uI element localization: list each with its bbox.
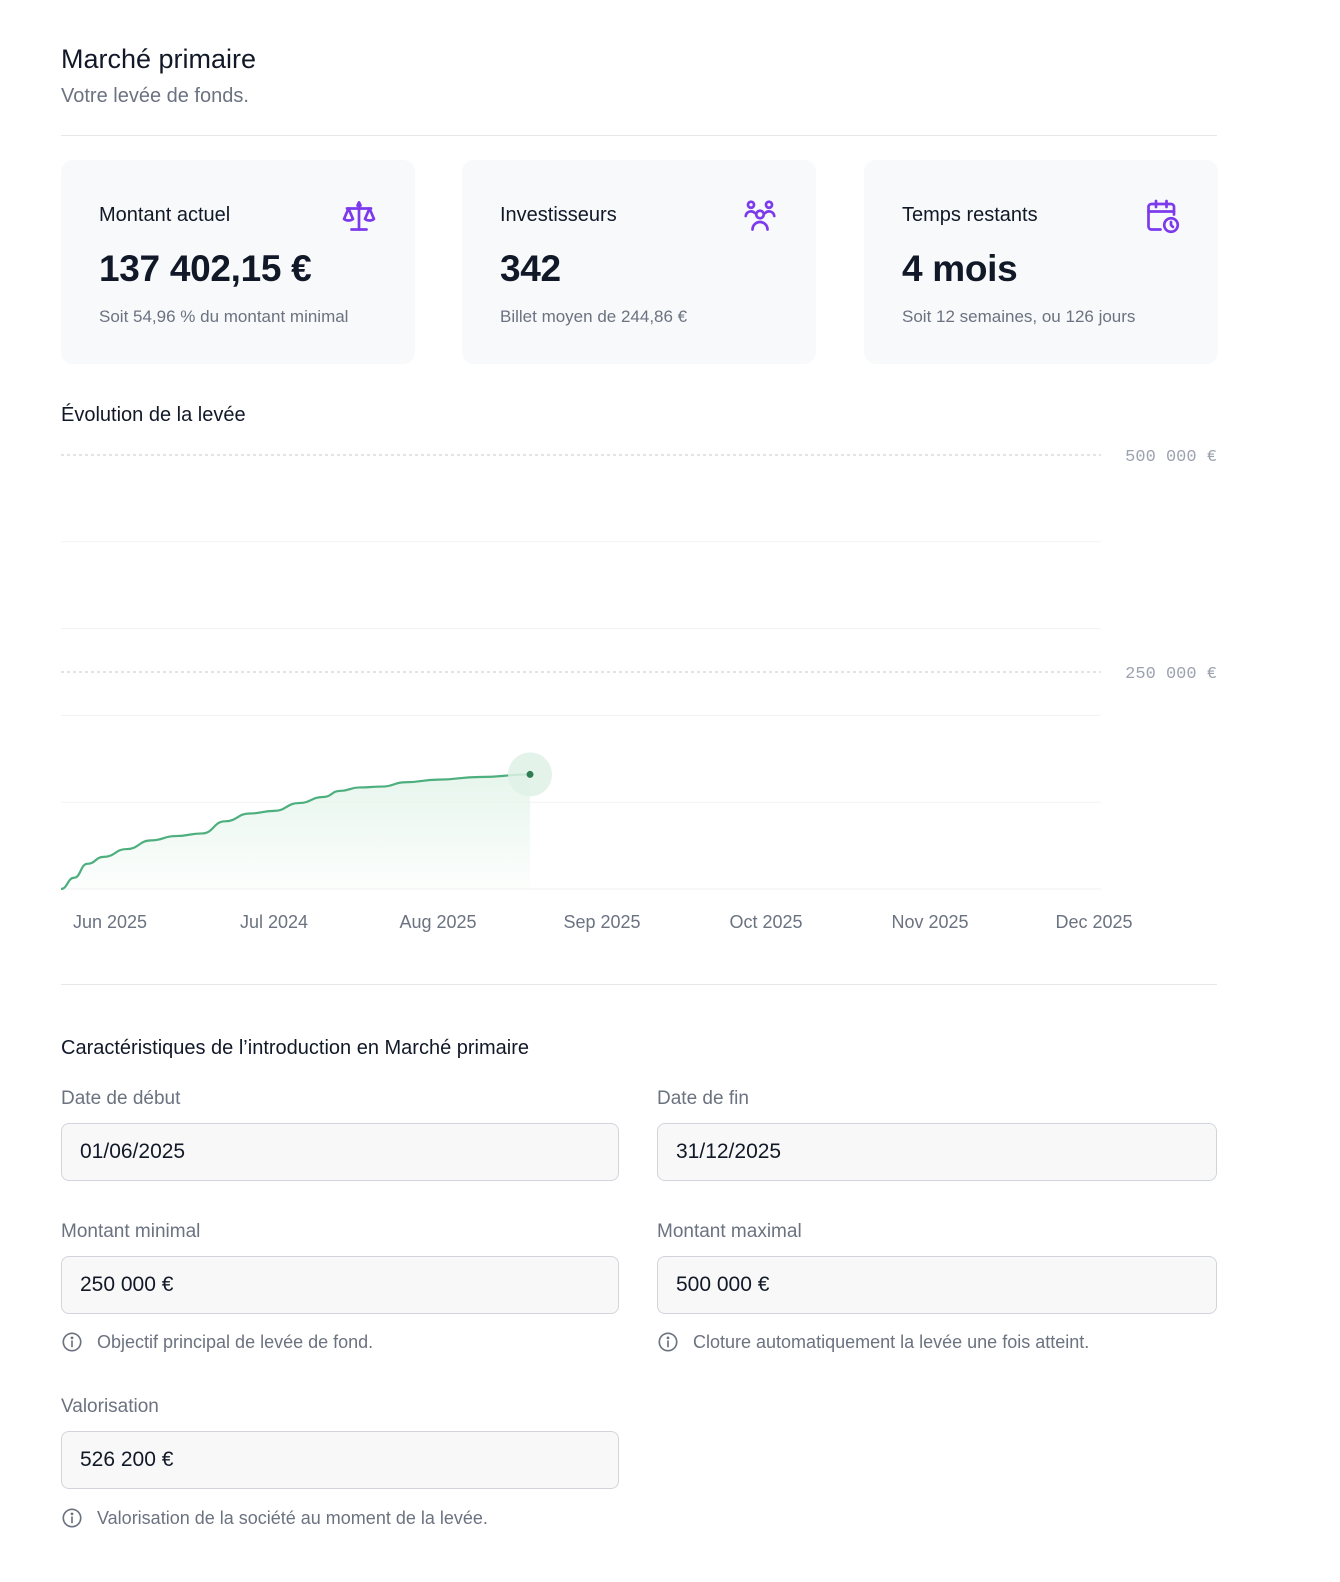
- y-tick-label: 500 000 €: [1125, 448, 1217, 467]
- users-icon: [744, 200, 776, 231]
- min-amount-hint: Objectif principal de levée de fond.: [61, 1331, 373, 1353]
- info-icon: [62, 1332, 82, 1352]
- y-tick-label: 250 000 €: [1125, 665, 1217, 684]
- scale-icon: [342, 201, 376, 231]
- start-date-field: [61, 1123, 619, 1181]
- page-subtitle: Votre levée de fonds.: [61, 85, 249, 107]
- series-area: [61, 774, 531, 889]
- end-date-input[interactable]: [658, 1124, 1216, 1180]
- x-tick-label: Dec 2025: [1055, 912, 1132, 932]
- fundraising-chart: 500 000 € 250 000 € Jun 2025 Jul 2024 Aug 20…: [61, 448, 1217, 932]
- chart-divider: [61, 984, 1217, 985]
- end-date-field: [657, 1123, 1217, 1181]
- start-date-label: Date de début: [61, 1088, 181, 1109]
- start-date-input[interactable]: [62, 1124, 618, 1180]
- card-label: Temps restants: [902, 204, 1038, 226]
- card-value: 342: [500, 248, 561, 289]
- hint-text: Cloture automatiquement la levée une foi…: [693, 1331, 1090, 1352]
- chart-title: Évolution de la levée: [61, 404, 246, 426]
- calendar-clock-icon: [1147, 199, 1180, 234]
- valuation-input[interactable]: [62, 1432, 618, 1488]
- card-label: Montant actuel: [99, 204, 231, 226]
- card-value: 4 mois: [902, 248, 1018, 289]
- card-value: 137 402,15 €: [99, 248, 312, 289]
- valuation-hint: Valorisation de la société au moment de …: [61, 1507, 488, 1529]
- card-subtext: Soit 54,96 % du montant minimal: [99, 307, 349, 326]
- valuation-label: Valorisation: [61, 1396, 159, 1417]
- x-tick-label: Aug 2025: [399, 912, 476, 932]
- x-tick-label: Jul 2024: [240, 912, 308, 932]
- hint-text: Objectif principal de levée de fond.: [97, 1331, 374, 1352]
- card-label: Investisseurs: [500, 204, 617, 226]
- hint-text: Valorisation de la société au moment de …: [97, 1507, 488, 1528]
- max-amount-field: [657, 1256, 1217, 1314]
- max-amount-hint: Cloture automatiquement la levée une foi…: [657, 1331, 1089, 1353]
- max-amount-label: Montant maximal: [657, 1221, 802, 1242]
- card-subtext: Billet moyen de 244,86 €: [500, 307, 688, 326]
- min-amount-label: Montant minimal: [61, 1221, 201, 1242]
- x-tick-label: Jun 2025: [73, 912, 147, 932]
- current-point: [526, 770, 534, 778]
- end-date-label: Date de fin: [657, 1088, 749, 1109]
- card-subtext: Soit 12 semaines, ou 126 jours: [902, 307, 1136, 326]
- info-icon: [62, 1508, 82, 1528]
- page-title: Marché primaire: [61, 44, 257, 74]
- min-amount-field: [61, 1256, 619, 1314]
- x-tick-label: Nov 2025: [891, 912, 968, 932]
- info-icon: [658, 1332, 678, 1352]
- min-amount-input[interactable]: [62, 1257, 618, 1313]
- card-remaining-time: Temps restants 4 mois Soit 12 semaines, …: [864, 160, 1218, 364]
- valuation-field: [61, 1431, 619, 1489]
- header-divider: [61, 135, 1217, 136]
- card-current-amount: Montant actuel 137 402,15 € Soit 54,96 %…: [61, 160, 415, 364]
- max-amount-input[interactable]: [658, 1257, 1216, 1313]
- x-tick-label: Oct 2025: [729, 912, 802, 932]
- x-tick-label: Sep 2025: [563, 912, 640, 932]
- details-title: Caractéristiques de l’introduction en Ma…: [61, 1037, 529, 1059]
- card-investors: Investisseurs 342 Billet moyen de 244,86…: [462, 160, 816, 364]
